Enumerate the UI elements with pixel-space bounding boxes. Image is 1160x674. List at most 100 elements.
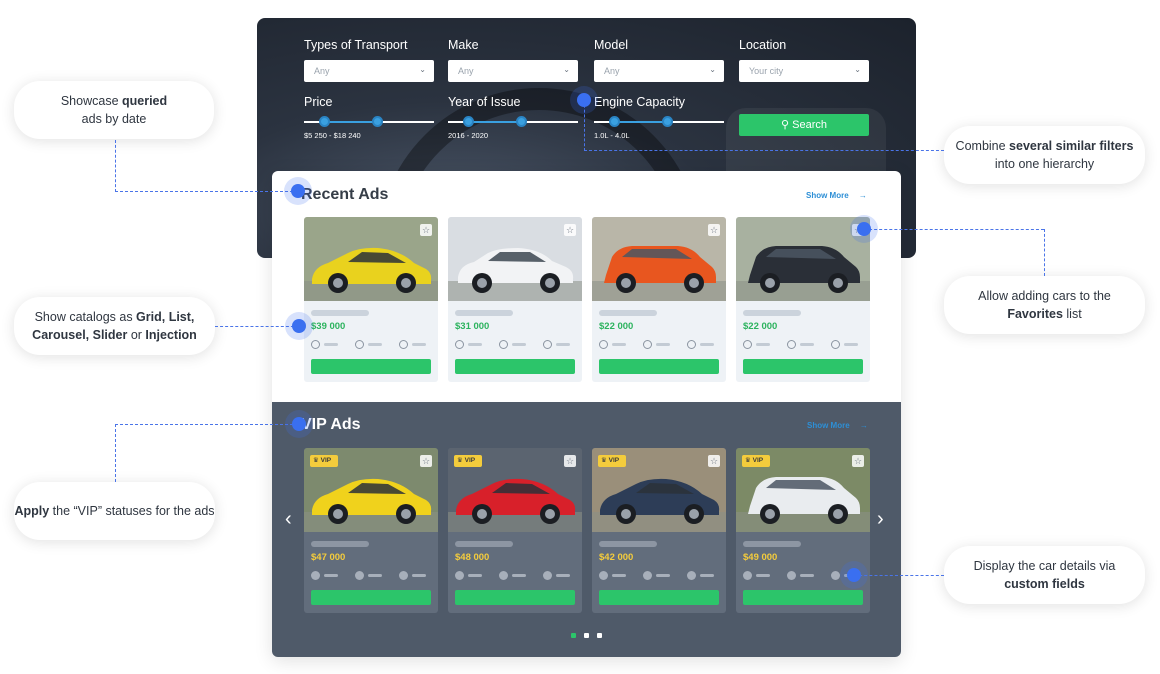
car-photo <box>736 217 870 301</box>
detail-value-placeholder <box>612 574 626 577</box>
price-slider[interactable] <box>304 116 434 127</box>
callout-text-part: or <box>127 328 146 342</box>
recent-ad-card[interactable]: ☆ $22 000 <box>736 217 870 382</box>
favorite-star-icon[interactable]: ☆ <box>708 224 720 236</box>
car-image[interactable] <box>448 217 582 301</box>
callout-text-part: Combine <box>955 139 1010 153</box>
carousel-next-icon[interactable]: › <box>877 508 884 531</box>
carousel-prev-icon[interactable]: ‹ <box>285 508 292 531</box>
make-value: Any <box>458 66 474 76</box>
search-button-label: Search <box>792 119 827 131</box>
view-ad-button[interactable] <box>311 590 431 605</box>
engine-icon <box>643 571 652 580</box>
car-image[interactable] <box>304 217 438 301</box>
location-placeholder: Your city <box>749 66 784 76</box>
price-slider-min-handle[interactable] <box>318 116 330 127</box>
gearbox-icon <box>687 340 696 349</box>
engine-icon <box>787 571 796 580</box>
view-ad-button[interactable] <box>599 359 719 374</box>
view-ad-button[interactable] <box>599 590 719 605</box>
detail-value-placeholder <box>468 343 482 346</box>
title-placeholder <box>743 310 801 316</box>
callout-fields-text: Display the car details via custom field… <box>974 557 1116 593</box>
ad-price: $47 000 <box>311 552 346 563</box>
price-slider-fill <box>323 121 377 123</box>
callout-queried-ads: Showcase queried ads by date <box>14 81 214 139</box>
view-ad-button[interactable] <box>455 359 575 374</box>
view-ad-button[interactable] <box>311 359 431 374</box>
crown-icon: ♛ <box>601 457 607 464</box>
connector-line <box>115 191 298 192</box>
favorite-star-icon[interactable]: ☆ <box>420 224 432 236</box>
title-placeholder <box>311 541 369 547</box>
connector-line <box>215 326 299 327</box>
favorite-star-icon[interactable]: ☆ <box>420 455 432 467</box>
car-image[interactable] <box>592 217 726 301</box>
pagination-dot[interactable] <box>571 633 576 638</box>
recent-ad-card[interactable]: ☆ $39 000 <box>304 217 438 382</box>
vip-badge-label: VIP <box>320 457 332 464</box>
ad-price: $39 000 <box>311 321 346 332</box>
vip-show-more-link[interactable]: Show More → <box>807 421 868 430</box>
engine-slider-max-handle[interactable] <box>661 116 673 127</box>
vip-ad-card[interactable]: ♛ VIP ☆ $42 000 <box>592 448 726 613</box>
ad-price: $42 000 <box>599 552 634 563</box>
title-placeholder <box>599 541 657 547</box>
detail-value-placeholder <box>612 343 626 346</box>
price-slider-max-handle[interactable] <box>371 116 383 127</box>
car-photo <box>304 217 438 301</box>
make-select[interactable]: Any ⌄ <box>448 60 578 82</box>
recent-ad-card[interactable]: ☆ $22 000 <box>592 217 726 382</box>
detail-value-placeholder <box>756 574 770 577</box>
search-button[interactable]: ⚲ Search <box>739 114 869 136</box>
callout-text-bold: several similar filters <box>1009 139 1134 153</box>
vip-ad-card[interactable]: ♛ VIP ☆ $48 000 <box>448 448 582 613</box>
gearbox-icon <box>831 340 840 349</box>
detail-value-placeholder <box>756 343 770 346</box>
engine-slider-min-handle[interactable] <box>608 116 620 127</box>
favorite-star-icon[interactable]: ☆ <box>564 455 576 467</box>
transport-select[interactable]: Any ⌄ <box>304 60 434 82</box>
year-slider-min-handle[interactable] <box>462 116 474 127</box>
view-ad-button[interactable] <box>743 359 863 374</box>
recent-ad-card[interactable]: ☆ $31 000 <box>448 217 582 382</box>
view-ad-button[interactable] <box>743 590 863 605</box>
car-image[interactable] <box>736 217 870 301</box>
vip-ad-card[interactable]: ♛ VIP ☆ $47 000 <box>304 448 438 613</box>
vip-ad-card[interactable]: ♛ VIP ☆ $49 000 <box>736 448 870 613</box>
pagination-dot[interactable] <box>584 633 589 638</box>
favorite-star-icon[interactable]: ☆ <box>564 224 576 236</box>
detail-value-placeholder <box>324 343 338 346</box>
engine-range-value: 1.0L - 4.0L <box>594 131 630 140</box>
callout-text-bold: queried <box>122 94 168 108</box>
gearbox-icon <box>399 571 408 580</box>
callout-text-part: the “VIP” statuses for the ads <box>49 504 215 518</box>
pagination-dot[interactable] <box>597 633 602 638</box>
ad-price: $49 000 <box>743 552 778 563</box>
crown-icon: ♛ <box>457 457 463 464</box>
location-input[interactable]: Your city ⌄ <box>739 60 869 82</box>
engine-slider-fill <box>613 121 667 123</box>
engine-slider[interactable] <box>594 116 724 127</box>
ad-price: $22 000 <box>743 321 778 332</box>
gauge-icon <box>311 340 320 349</box>
engine-icon <box>355 340 364 349</box>
year-slider-max-handle[interactable] <box>515 116 527 127</box>
callout-text-part: into one hierarchy <box>994 157 1095 171</box>
gearbox-icon <box>399 340 408 349</box>
vip-badge: ♛ VIP <box>598 455 626 467</box>
favorite-star-icon[interactable]: ☆ <box>852 455 864 467</box>
connector-line <box>854 575 944 576</box>
recent-show-more-link[interactable]: Show More → <box>806 191 867 200</box>
detail-value-placeholder <box>700 574 714 577</box>
detail-value-placeholder <box>324 574 338 577</box>
year-slider[interactable] <box>448 116 578 127</box>
engine-icon <box>355 571 364 580</box>
model-select[interactable]: Any ⌄ <box>594 60 724 82</box>
view-ad-button[interactable] <box>455 590 575 605</box>
hotspot-marker <box>292 319 306 333</box>
favorite-star-icon[interactable]: ☆ <box>708 455 720 467</box>
price-range-value: $5 250 - $18 240 <box>304 131 361 140</box>
arrow-right-icon: → <box>859 421 868 430</box>
gearbox-icon <box>543 340 552 349</box>
